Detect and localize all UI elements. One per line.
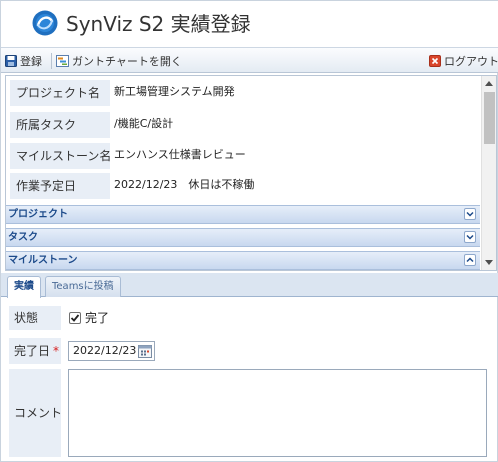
- info-row-scheduled-date: 作業予定日 2022/12/23 休日は不稼働: [10, 173, 480, 199]
- scheduled-date-value: 2022/12/23 休日は不稼働: [114, 178, 255, 191]
- section-milestone[interactable]: マイルストーン: [6, 251, 480, 270]
- vertical-scrollbar[interactable]: [481, 76, 496, 270]
- section-task-title: タスク: [8, 232, 38, 243]
- register-button[interactable]: 登録: [5, 52, 42, 70]
- open-gantt-label: ガントチャートを開く: [72, 55, 182, 68]
- project-name-value: 新工場管理システム開発: [114, 85, 235, 98]
- tab-strip: 実績 Teamsに投稿: [1, 273, 498, 298]
- completed-checkbox-label[interactable]: 完了: [85, 310, 109, 326]
- completion-date-input[interactable]: 2022/12/23: [73, 342, 137, 360]
- app-title: SynViz S2 実績登録: [66, 12, 251, 36]
- info-row-milestone: マイルストーン名 エンハンス仕様書レビュー: [10, 143, 480, 169]
- completion-date-label-text: 完了日: [14, 344, 51, 358]
- section-project[interactable]: プロジェクト: [6, 205, 480, 224]
- logout-label: ログアウト: [444, 55, 498, 68]
- chevron-up-icon[interactable]: [464, 254, 476, 266]
- completion-date-field[interactable]: 2022/12/23: [68, 341, 155, 361]
- project-name-label: プロジェクト名: [10, 80, 110, 106]
- open-gantt-button[interactable]: ガントチャートを開く: [56, 52, 182, 70]
- tab-actual[interactable]: 実績: [7, 276, 41, 298]
- title-bar: SynViz S2 実績登録: [1, 1, 498, 47]
- tab-teams-post[interactable]: Teamsに投稿: [45, 276, 121, 297]
- chevron-down-icon[interactable]: [464, 231, 476, 243]
- gantt-chart-icon: [56, 55, 69, 67]
- task-label: 所属タスク: [10, 112, 110, 138]
- chevron-down-icon[interactable]: [464, 208, 476, 220]
- comment-label: コメント: [9, 369, 62, 457]
- section-milestone-title: マイルストーン: [8, 255, 78, 266]
- section-task[interactable]: タスク: [6, 228, 480, 247]
- checkmark-icon: [70, 314, 80, 322]
- milestone-name-label: マイルストーン名: [10, 143, 111, 169]
- register-label: 登録: [20, 55, 42, 68]
- scroll-down-arrow-icon[interactable]: [485, 260, 493, 265]
- save-icon: [5, 55, 17, 67]
- status-label: 状態: [9, 306, 61, 330]
- completed-checkbox[interactable]: [69, 312, 81, 324]
- app-window: SynViz S2 実績登録 登録 ガントチャートを開く ログアウト プロジェク…: [0, 0, 498, 462]
- task-value: /機能C/設計: [114, 117, 174, 130]
- required-mark: *: [53, 344, 60, 358]
- comment-textarea[interactable]: [68, 369, 487, 457]
- logout-button[interactable]: ログアウト: [429, 52, 498, 70]
- synviz-logo-icon: [32, 10, 58, 36]
- section-project-title: プロジェクト: [8, 209, 68, 220]
- toolbar: 登録 ガントチャートを開く ログアウト: [1, 47, 498, 73]
- info-row-project: プロジェクト名 新工場管理システム開発: [10, 80, 480, 106]
- info-row-task: 所属タスク /機能C/設計: [10, 112, 480, 138]
- completion-date-label: 完了日 *: [9, 338, 61, 364]
- calendar-icon[interactable]: [138, 344, 152, 358]
- scrollbar-thumb[interactable]: [484, 92, 495, 144]
- scroll-up-arrow-icon[interactable]: [485, 81, 493, 86]
- toolbar-separator: [51, 53, 52, 69]
- logout-icon: [429, 55, 441, 67]
- project-info-panel: プロジェクト名 新工場管理システム開発 所属タスク /機能C/設計 マイルストー…: [5, 75, 497, 271]
- scheduled-date-label: 作業予定日: [10, 173, 110, 199]
- milestone-name-value: エンハンス仕様書レビュー: [114, 148, 246, 161]
